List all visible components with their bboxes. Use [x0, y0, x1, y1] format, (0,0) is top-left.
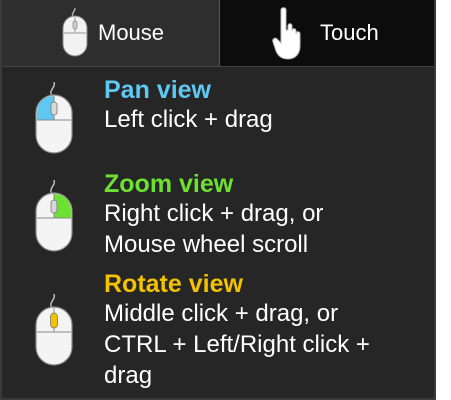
rotate-view-desc-line: Middle click + drag, or	[104, 300, 339, 327]
controls-help-panel: Mouse Touch Pan view Left click + drag Z…	[0, 0, 436, 400]
mouse-middle-button-icon	[35, 294, 73, 366]
mouse-right-button-icon	[35, 180, 73, 252]
zoom-view-desc-line: Mouse wheel scroll	[104, 231, 309, 258]
rotate-view-title: Rotate view	[104, 270, 243, 298]
rotate-view-desc-line: drag	[104, 362, 153, 389]
zoom-view-title: Zoom view	[104, 170, 234, 198]
pan-view-desc-line: Left click + drag	[104, 106, 273, 133]
tab-touch-label: Touch	[320, 20, 379, 45]
tab-bar: Mouse Touch	[2, 0, 434, 67]
rotate-view-desc-line: CTRL + Left/Right click +	[104, 331, 370, 358]
mouse-icon	[62, 8, 88, 57]
tab-mouse-label: Mouse	[98, 20, 165, 45]
pan-view-title: Pan view	[104, 76, 211, 104]
mouse-left-button-icon	[35, 82, 73, 154]
zoom-view-text: Zoom view Right click + drag, or Mouse w…	[104, 170, 426, 260]
rotate-view-text: Rotate view Middle click + drag, or CTRL…	[104, 270, 426, 391]
tab-mouse[interactable]: Mouse	[2, 0, 220, 66]
zoom-view-desc-line: Right click + drag, or	[104, 200, 324, 227]
tab-touch[interactable]: Touch	[220, 0, 434, 66]
hand-pointer-icon	[272, 7, 301, 60]
pan-view-text: Pan view Left click + drag	[104, 76, 426, 135]
